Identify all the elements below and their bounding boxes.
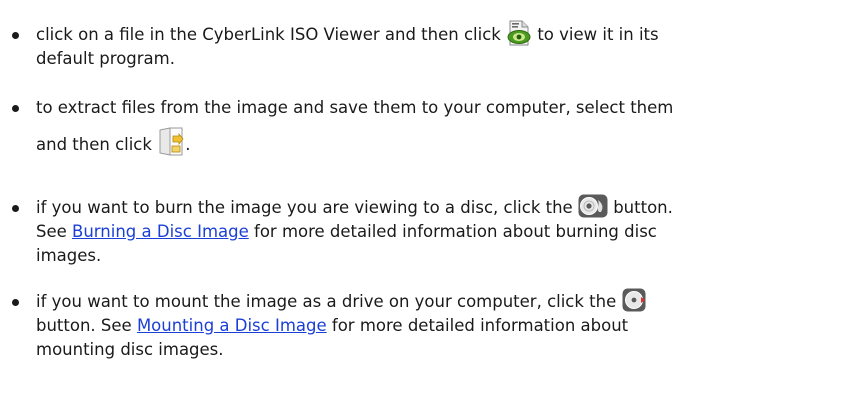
bullet-dot <box>12 205 19 212</box>
list-item-text: button. <box>607 198 673 217</box>
list-item-text: mounting disc images. <box>36 340 224 359</box>
list-item-text: . <box>185 135 191 154</box>
bullet-dot <box>12 32 19 39</box>
list-item-burn-disc: if you want to burn the image you are vi… <box>12 194 836 268</box>
list-item-text: default program. <box>36 49 175 68</box>
list-item-text: to extract files from the image and save… <box>36 98 674 117</box>
list-item-mount-disc: if you want to mount the image as a driv… <box>12 288 836 362</box>
list-item-line: and then click . <box>36 126 836 162</box>
list-item-line: button. See Mounting a Disc Image for mo… <box>36 314 836 338</box>
burn-disc-icon[interactable] <box>578 194 608 218</box>
list-item-text: if you want to burn the image you are vi… <box>36 198 578 217</box>
list-item-line: if you want to mount the image as a driv… <box>36 288 836 314</box>
list-item-text: images. <box>36 246 102 265</box>
list-item-text: if you want to mount the image as a driv… <box>36 292 622 311</box>
list-item-text: button. See <box>36 316 137 335</box>
list-item-text: to view it in its <box>532 25 659 44</box>
view-file-icon[interactable] <box>506 20 532 46</box>
bullet-dot <box>12 299 19 306</box>
list-item-extract-files: to extract files from the image and save… <box>12 96 836 162</box>
list-item-line: click on a file in the CyberLink ISO Vie… <box>36 20 836 47</box>
mounting-disc-image-link[interactable]: Mounting a Disc Image <box>137 316 327 335</box>
list-item-text: for more detailed information about <box>326 316 629 335</box>
list-item-text: See <box>36 222 73 241</box>
mount-disc-icon[interactable] <box>622 288 646 312</box>
list-item-view-file: click on a file in the CyberLink ISO Vie… <box>12 20 836 71</box>
bullet-dot <box>12 105 19 112</box>
burning-disc-image-link[interactable]: Burning a Disc Image <box>72 222 249 241</box>
extract-files-icon[interactable] <box>157 126 185 157</box>
list-item-text: and then click <box>36 135 158 154</box>
list-item-text: for more detailed information about burn… <box>248 222 657 241</box>
list-item-line: if you want to burn the image you are vi… <box>36 194 836 220</box>
list-item-line: See Burning a Disc Image for more detail… <box>36 220 836 244</box>
list-item-text: click on a file in the CyberLink ISO Vie… <box>36 25 507 44</box>
